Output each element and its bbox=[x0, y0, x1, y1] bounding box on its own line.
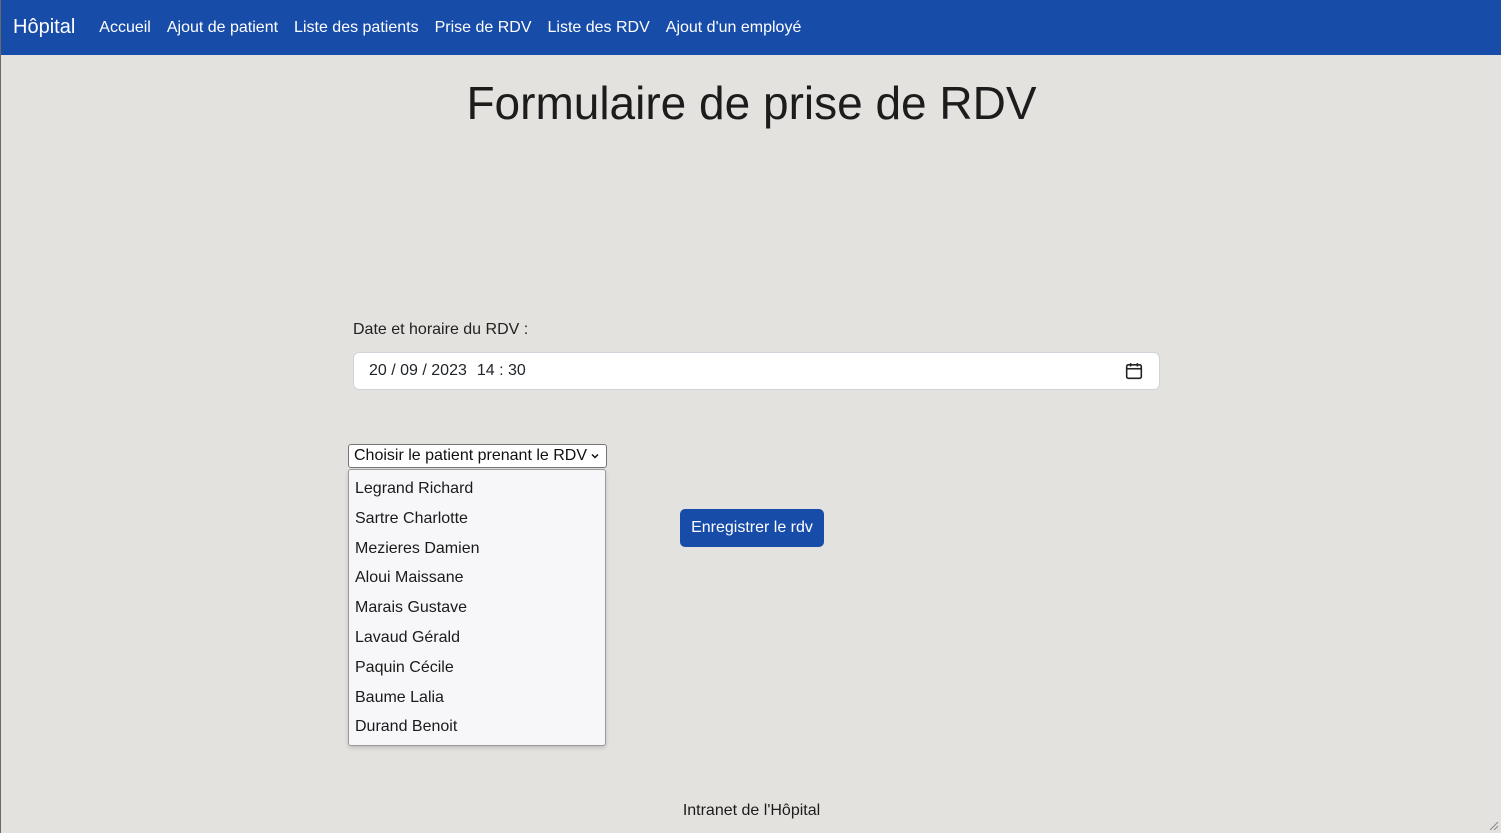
top-navbar: Hôpital Accueil Ajout de patient Liste d… bbox=[1, 0, 1501, 55]
patient-select[interactable]: Choisir le patient prenant le RDV bbox=[348, 444, 607, 468]
patient-option[interactable]: Sartre Charlotte bbox=[349, 504, 605, 534]
save-appointment-button[interactable]: Enregistrer le rdv bbox=[680, 509, 824, 547]
nav-link-liste-rdv[interactable]: Liste des RDV bbox=[548, 19, 650, 37]
patient-option[interactable]: Aloui Maissane bbox=[349, 563, 605, 593]
patient-option[interactable]: Durand Benoit bbox=[349, 712, 605, 742]
chevron-down-icon bbox=[591, 453, 599, 459]
nav-link-accueil[interactable]: Accueil bbox=[99, 19, 151, 37]
patient-option[interactable]: Legrand Richard bbox=[349, 474, 605, 504]
nav-link-liste-patients[interactable]: Liste des patients bbox=[294, 19, 419, 37]
date-label: Date et horaire du RDV : bbox=[353, 321, 529, 338]
patient-option[interactable]: Paquin Cécile bbox=[349, 653, 605, 683]
calendar-icon[interactable] bbox=[1125, 362, 1143, 380]
resize-grip-icon[interactable] bbox=[1487, 819, 1499, 831]
patient-option[interactable]: Baume Lalia bbox=[349, 683, 605, 713]
patient-select-label: Choisir le patient prenant le RDV bbox=[354, 447, 588, 464]
brand-link[interactable]: Hôpital bbox=[13, 16, 75, 39]
patient-option[interactable]: Lavaud Gérald bbox=[349, 623, 605, 653]
page-title: Formulaire de prise de RDV bbox=[466, 77, 1037, 129]
nav-link-prise-rdv[interactable]: Prise de RDV bbox=[435, 19, 532, 37]
footer-text: Intranet de l'Hôpital bbox=[682, 802, 821, 819]
date-value[interactable]: 20 / 09 / 2023 bbox=[369, 362, 467, 380]
datetime-input[interactable]: 20 / 09 / 2023 14 : 30 bbox=[353, 352, 1160, 390]
patient-option[interactable]: Mezieres Damien bbox=[349, 534, 605, 564]
time-value[interactable]: 14 : 30 bbox=[477, 362, 526, 380]
nav-link-ajout-employe[interactable]: Ajout d'un employé bbox=[666, 19, 802, 37]
nav-link-ajout-patient[interactable]: Ajout de patient bbox=[167, 19, 278, 37]
patient-option[interactable]: Marais Gustave bbox=[349, 593, 605, 623]
patient-dropdown-list: Legrand Richard Sartre Charlotte Meziere… bbox=[348, 469, 606, 746]
